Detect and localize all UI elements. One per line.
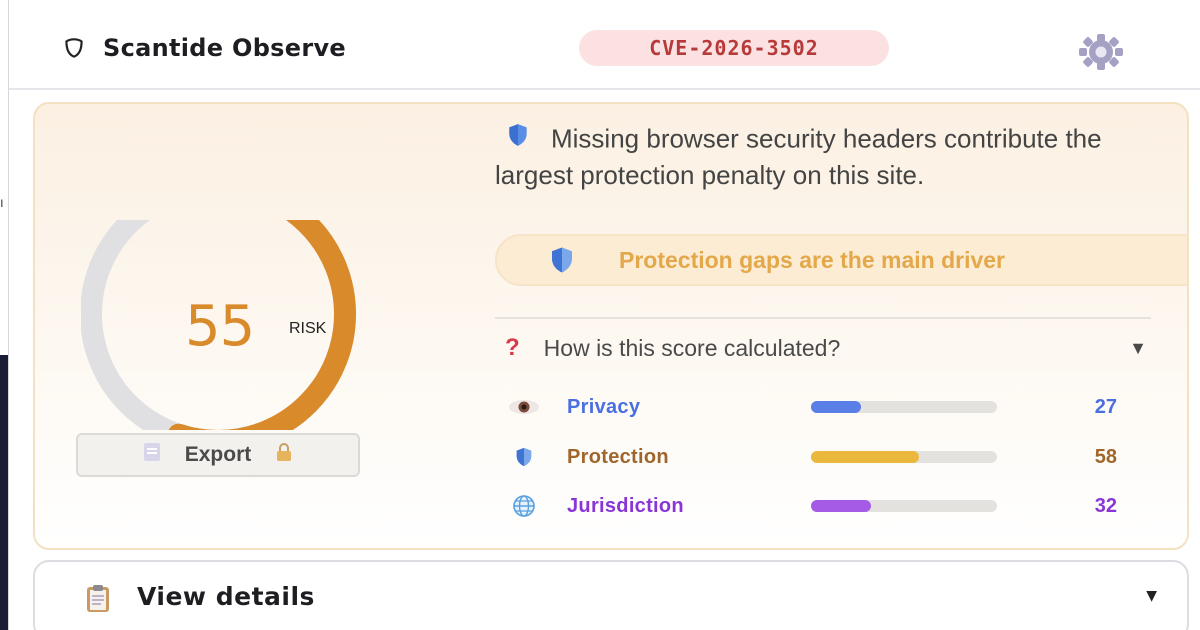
score-explainer-question: How is this score calculated? <box>543 334 841 361</box>
clipboard-icon <box>83 584 113 616</box>
metric-label: Protection <box>567 445 669 468</box>
metric-bar-fill <box>811 451 919 463</box>
risk-score-card: 55 RISK Export Missing browser security … <box>33 102 1189 550</box>
metric-bar-fill <box>811 500 871 512</box>
main-driver-text: Protection gaps are the main driver <box>619 246 1006 273</box>
metric-bar-track <box>811 451 997 463</box>
metric-value: 58 <box>1094 445 1117 468</box>
headline-message: Missing browser security headers contrib… <box>495 123 1102 190</box>
cve-badge[interactable]: CVE-2026-3502 <box>579 30 889 66</box>
shield-icon <box>499 446 549 468</box>
metric-row-privacy: Privacy 27 <box>495 387 1155 427</box>
background-page-glyph: ı <box>0 196 4 211</box>
triangle-down-icon: ▼ <box>1129 337 1147 358</box>
risk-score-value: 55 <box>185 294 255 359</box>
metric-value: 32 <box>1094 494 1117 517</box>
metric-row-protection: Protection 58 <box>495 437 1155 477</box>
risk-gauge <box>81 220 461 430</box>
main-driver-pill: Protection gaps are the main driver <box>495 234 1187 286</box>
globe-icon <box>499 494 549 518</box>
metric-label: Privacy <box>567 395 641 418</box>
shield-icon <box>545 245 579 275</box>
app-title: Scantide Observe <box>103 34 347 62</box>
metric-bar-track <box>811 500 997 512</box>
metric-label: Jurisdiction <box>567 494 684 517</box>
risk-gauge-ring <box>81 220 356 430</box>
metric-row-jurisdiction: Jurisdiction 32 <box>495 486 1155 526</box>
eye-icon <box>499 398 549 416</box>
view-details-label: View details <box>137 582 315 611</box>
shield-outline-icon <box>61 35 87 61</box>
export-label: Export <box>184 443 252 466</box>
metric-value: 27 <box>1094 395 1117 418</box>
metric-bar-track <box>811 401 997 413</box>
background-page-dark-region <box>0 355 8 630</box>
question-mark-icon: ? <box>505 334 520 361</box>
popup-header: Scantide Observe CVE-2026-3502 <box>9 6 1200 90</box>
brand: Scantide Observe <box>61 30 346 66</box>
shield-icon <box>503 122 533 155</box>
gear-icon[interactable] <box>1069 32 1133 72</box>
section-divider <box>495 317 1151 319</box>
document-icon <box>141 441 163 469</box>
score-explainer-toggle[interactable]: ? How is this score calculated? ▼ <box>495 328 1153 368</box>
export-button[interactable]: Export <box>76 433 360 477</box>
risk-score-unit: RISK <box>289 320 327 337</box>
lock-icon <box>273 441 295 469</box>
headline-text: Missing browser security headers contrib… <box>495 122 1155 191</box>
triangle-down-icon: ▼ <box>1146 588 1157 604</box>
extension-popup: Scantide Observe CVE-2026-3502 55 RISK E… <box>8 0 1200 630</box>
view-details-accordion[interactable]: View details ▼ <box>33 560 1189 630</box>
metric-bar-fill <box>811 401 862 413</box>
